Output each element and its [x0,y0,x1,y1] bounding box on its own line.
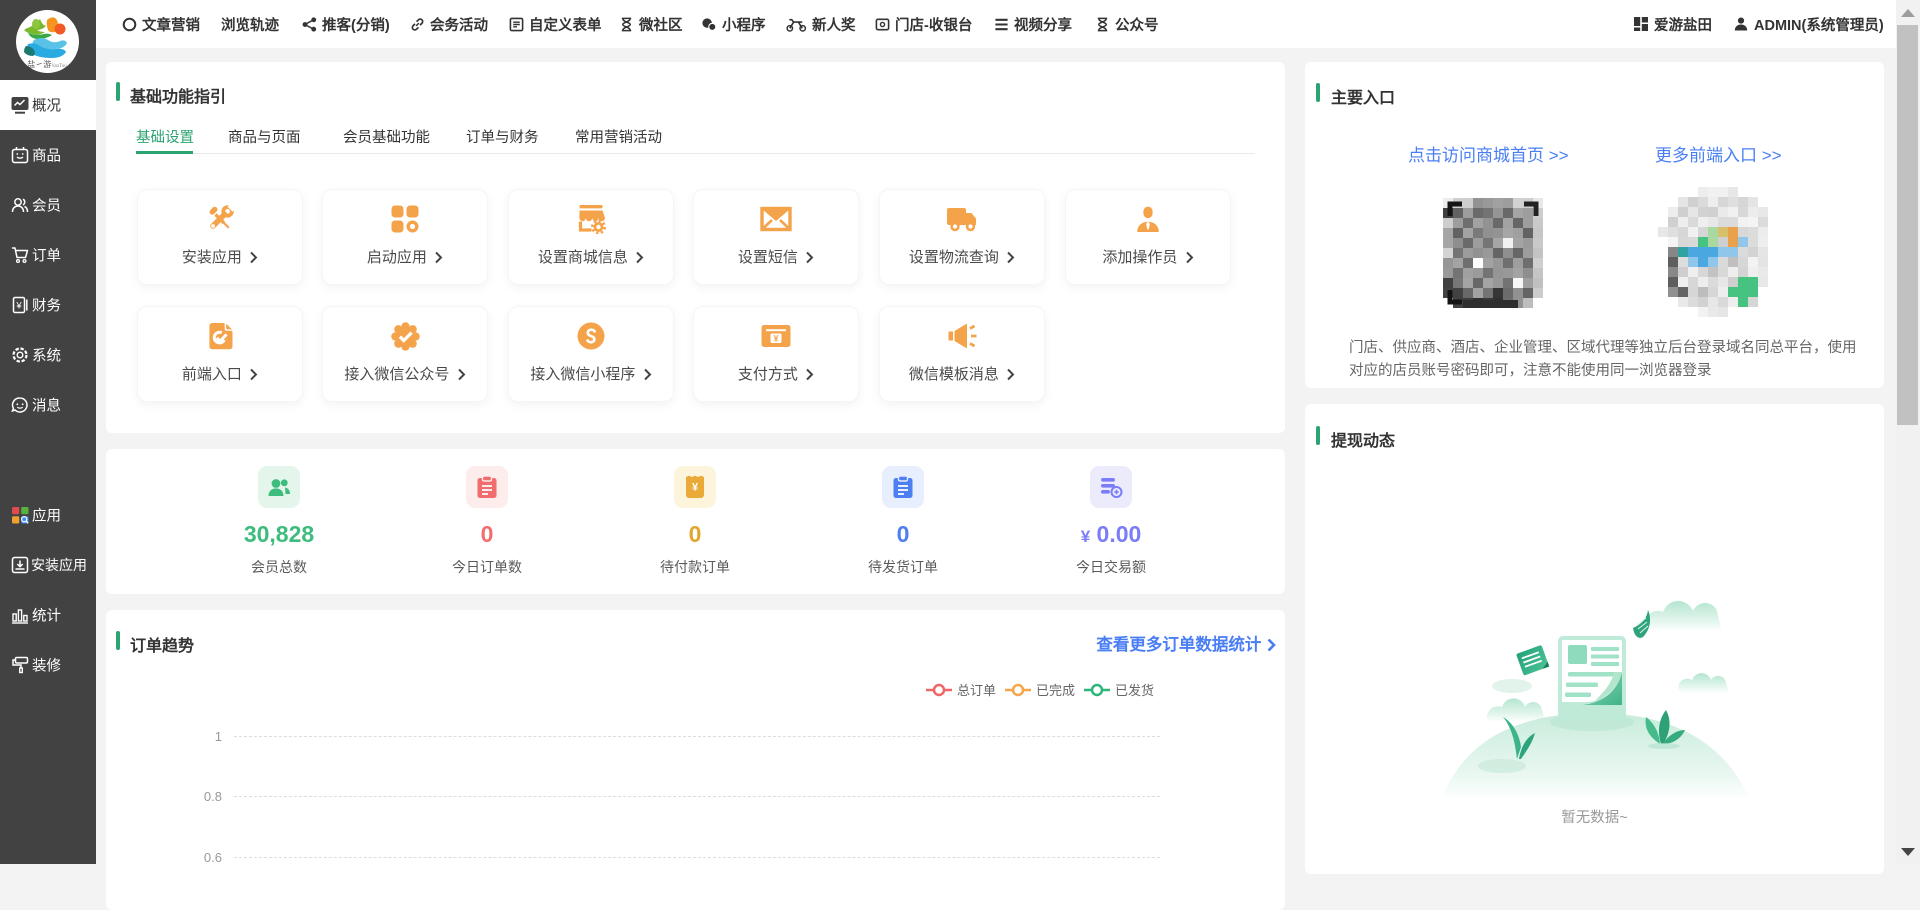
svg-text:盐㇀游YanTou: 盐㇀游YanTou [27,59,67,69]
svg-text:¥: ¥ [15,301,22,312]
svg-text:¥: ¥ [692,482,699,494]
svg-text:¥: ¥ [773,334,778,344]
